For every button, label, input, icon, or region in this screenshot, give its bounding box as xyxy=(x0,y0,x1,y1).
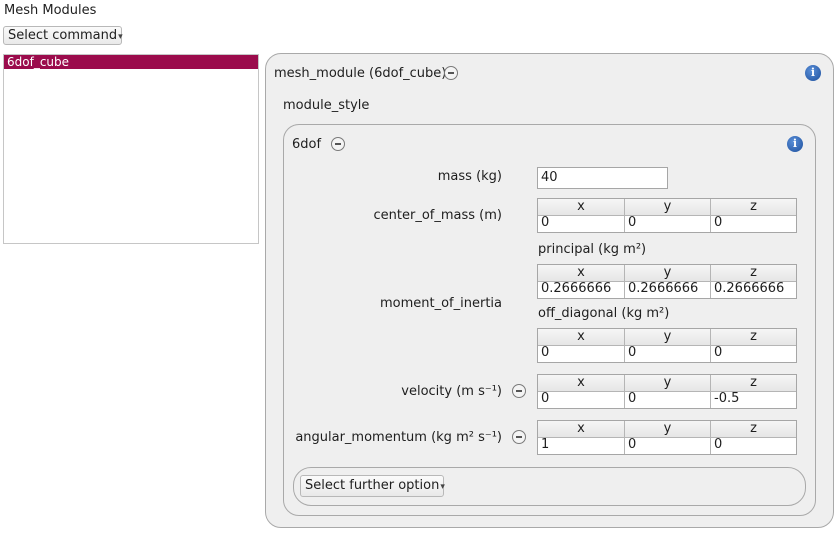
select-command-label: Select command xyxy=(8,28,118,43)
remove-angular-momentum-icon[interactable] xyxy=(512,430,526,444)
velocity-z-input[interactable]: -0.5 xyxy=(710,391,796,408)
column-header-x: x xyxy=(577,329,585,344)
column-header-z: z xyxy=(710,329,796,345)
style-title: 6dof xyxy=(292,137,322,152)
column-header-z: z xyxy=(710,265,796,281)
column-header-z: z xyxy=(710,375,796,391)
column-header-x: x xyxy=(577,375,585,390)
column-header-x: x xyxy=(577,199,585,214)
velocity-x-input[interactable]: 0 xyxy=(538,391,624,408)
principal-z-input[interactable]: 0.2666666 xyxy=(710,281,796,298)
module-list[interactable]: 6dof_cube xyxy=(3,54,259,244)
moment-of-inertia-label: moment_of_inertia xyxy=(379,296,502,311)
angular-momentum-label: angular_momentum (kg m² s⁻¹) xyxy=(295,430,502,445)
column-header-y: y xyxy=(624,421,710,437)
column-header-y: y xyxy=(624,199,710,215)
column-header-y: y xyxy=(624,375,710,391)
principal-table: x y z 0.2666666 0.2666666 0.2666666 xyxy=(537,264,797,299)
angular-momentum-z-input[interactable]: 0 xyxy=(710,437,796,454)
column-header-y: y xyxy=(624,265,710,281)
center-of-mass-table: x y z 0 0 0 xyxy=(537,198,797,233)
collapse-mesh-module-icon[interactable] xyxy=(444,66,458,80)
velocity-label: velocity (m s⁻¹) xyxy=(401,384,502,399)
page-title: Mesh Modules xyxy=(4,3,97,18)
off-diagonal-z-input[interactable]: 0 xyxy=(710,345,796,362)
principal-label: principal (kg m²) xyxy=(538,242,647,257)
remove-velocity-icon[interactable] xyxy=(512,384,526,398)
info-icon[interactable]: i xyxy=(805,65,821,81)
select-command-dropdown[interactable]: Select command▾ xyxy=(3,26,123,45)
center-of-mass-label: center_of_mass (m) xyxy=(373,208,502,223)
angular-momentum-table: x y z 1 0 0 xyxy=(537,420,797,455)
collapse-style-icon[interactable] xyxy=(331,137,345,151)
velocity-y-input[interactable]: 0 xyxy=(624,391,710,408)
angular-momentum-y-input[interactable]: 0 xyxy=(624,437,710,454)
module-list-item-6dof-cube[interactable]: 6dof_cube xyxy=(4,55,258,69)
column-header-y: y xyxy=(624,329,710,345)
column-header-z: z xyxy=(710,421,796,437)
caret-down-icon: ▾ xyxy=(118,32,123,42)
off-diagonal-label: off_diagonal (kg m²) xyxy=(538,306,670,321)
principal-y-input[interactable]: 0.2666666 xyxy=(624,281,710,298)
mass-label: mass (kg) xyxy=(437,169,502,184)
off-diagonal-y-input[interactable]: 0 xyxy=(624,345,710,362)
mesh-module-title: mesh_module (6dof_cube) xyxy=(274,66,447,81)
select-further-option-dropdown[interactable]: Select further option▾ xyxy=(300,475,445,497)
column-header-x: x xyxy=(577,265,585,280)
mass-input[interactable]: 40 xyxy=(537,167,668,189)
center-of-mass-x-input[interactable]: 0 xyxy=(538,215,624,232)
module-style-label: module_style xyxy=(283,98,370,113)
center-of-mass-z-input[interactable]: 0 xyxy=(710,215,796,232)
angular-momentum-x-input[interactable]: 1 xyxy=(538,437,624,454)
velocity-table: x y z 0 0 -0.5 xyxy=(537,374,797,409)
caret-down-icon: ▾ xyxy=(440,482,445,492)
info-icon[interactable]: i xyxy=(787,136,803,152)
principal-x-input[interactable]: 0.2666666 xyxy=(538,281,624,298)
off-diagonal-table: x y z 0 0 0 xyxy=(537,328,797,363)
off-diagonal-x-input[interactable]: 0 xyxy=(538,345,624,362)
column-header-z: z xyxy=(710,199,796,215)
column-header-x: x xyxy=(577,421,585,436)
center-of-mass-y-input[interactable]: 0 xyxy=(624,215,710,232)
select-further-option-label: Select further option xyxy=(305,478,440,493)
